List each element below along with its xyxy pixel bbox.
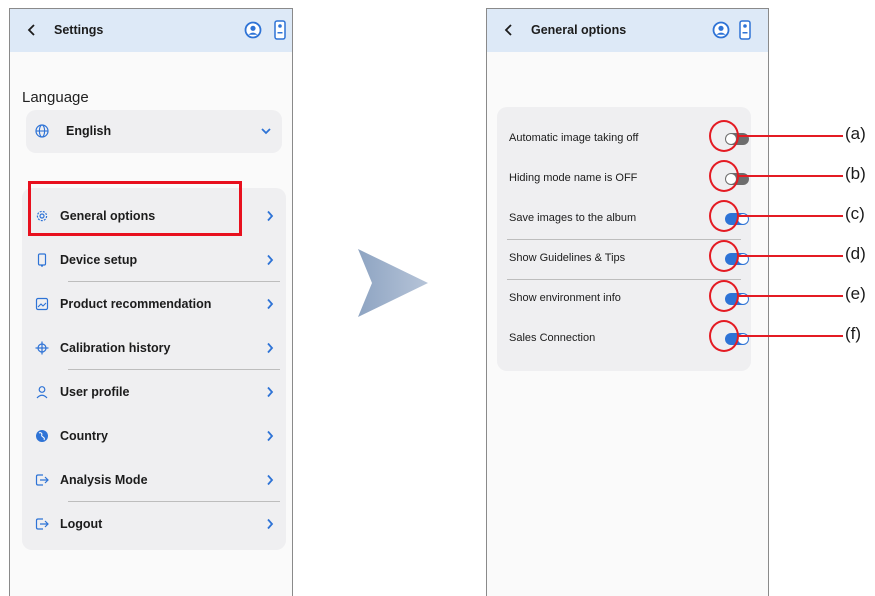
options-card: Automatic image taking off Hiding mode n… bbox=[497, 107, 751, 371]
option-label: Save images to the album bbox=[509, 212, 637, 224]
toggle-knob bbox=[738, 254, 748, 264]
language-heading: Language bbox=[22, 89, 89, 106]
option-row-automatic-image: Automatic image taking off bbox=[497, 119, 751, 159]
toggle-switch[interactable] bbox=[725, 213, 749, 225]
menu-item-product-recommendation[interactable]: Product recommendation bbox=[22, 282, 286, 326]
chevron-right-icon bbox=[267, 210, 274, 222]
chevron-down-icon bbox=[261, 128, 271, 135]
option-label: Sales Connection bbox=[509, 332, 596, 344]
gear-icon bbox=[36, 210, 48, 222]
chevron-right-icon bbox=[267, 342, 274, 354]
globe-filled-icon bbox=[36, 430, 48, 442]
menu-item-calibration-history[interactable]: Calibration history bbox=[22, 326, 286, 370]
menu-item-general-options[interactable]: General options bbox=[22, 194, 286, 238]
callout-label: (d) bbox=[845, 244, 866, 263]
user-circle-icon[interactable] bbox=[244, 21, 262, 39]
toggle-knob bbox=[726, 174, 736, 184]
chevron-left-icon[interactable] bbox=[24, 22, 40, 38]
menu-item-label: Analysis Mode bbox=[60, 473, 148, 487]
option-label: Hiding mode name is OFF bbox=[509, 172, 638, 184]
option-label: Show environment info bbox=[509, 292, 621, 304]
menu-item-logout[interactable]: Logout bbox=[22, 502, 286, 546]
general-options-screen: General options Automatic image taking o… bbox=[486, 8, 769, 596]
menu-item-device-setup[interactable]: Device setup bbox=[22, 238, 286, 282]
user-circle-icon[interactable] bbox=[712, 21, 730, 39]
chevron-right-icon bbox=[267, 430, 274, 442]
logout-arrow-icon bbox=[35, 474, 49, 486]
menu-item-label: Logout bbox=[60, 517, 103, 531]
general-options-app-bar: General options bbox=[487, 9, 768, 52]
phone-device-icon[interactable] bbox=[274, 20, 286, 40]
language-select[interactable]: English bbox=[26, 110, 282, 153]
option-label: Show Guidelines & Tips bbox=[509, 252, 626, 264]
menu-item-label: Calibration history bbox=[60, 341, 171, 355]
menu-item-label: Product recommendation bbox=[60, 297, 212, 311]
option-row-environment-info: Show environment info bbox=[497, 279, 751, 319]
callout-label: (a) bbox=[845, 124, 866, 143]
crosshair-icon bbox=[35, 341, 49, 355]
chevron-right-icon bbox=[267, 474, 274, 486]
menu-item-country[interactable]: Country bbox=[22, 414, 286, 458]
toggle-switch[interactable] bbox=[725, 293, 749, 305]
toggle-knob bbox=[738, 214, 748, 224]
option-row-sales-connection: Sales Connection bbox=[497, 319, 751, 359]
chevron-right-icon bbox=[267, 254, 274, 266]
option-label: Automatic image taking off bbox=[509, 132, 639, 144]
image-icon bbox=[35, 297, 49, 311]
option-row-hiding-mode: Hiding mode name is OFF bbox=[497, 159, 751, 199]
callout-label: (e) bbox=[845, 284, 866, 303]
callout-label: (f) bbox=[845, 324, 862, 343]
toggle-switch[interactable] bbox=[725, 133, 749, 145]
phone-device-icon[interactable] bbox=[739, 20, 751, 40]
page-title: General options bbox=[531, 23, 627, 37]
transition-arrow-icon bbox=[358, 249, 428, 317]
language-value: English bbox=[66, 124, 112, 138]
logout-arrow-icon bbox=[35, 518, 49, 530]
menu-item-label: User profile bbox=[60, 385, 130, 399]
menu-item-label: Country bbox=[60, 429, 108, 443]
toggle-knob bbox=[738, 334, 748, 344]
person-icon bbox=[36, 386, 48, 399]
menu-item-analysis-mode[interactable]: Analysis Mode bbox=[22, 458, 286, 502]
callout-label: (c) bbox=[845, 204, 865, 223]
menu-item-user-profile[interactable]: User profile bbox=[22, 370, 286, 414]
globe-icon bbox=[35, 124, 49, 138]
callout-label: (b) bbox=[845, 164, 866, 183]
chevron-right-icon bbox=[267, 518, 274, 530]
toggle-switch[interactable] bbox=[725, 253, 749, 265]
chevron-right-icon bbox=[267, 386, 274, 398]
settings-app-bar: Settings bbox=[10, 9, 292, 52]
option-row-save-images: Save images to the album bbox=[497, 199, 751, 239]
settings-menu: General options Device setup Product rec… bbox=[22, 188, 286, 550]
menu-item-label: Device setup bbox=[60, 253, 138, 267]
toggle-knob bbox=[738, 294, 748, 304]
device-icon bbox=[37, 253, 47, 267]
page-title: Settings bbox=[54, 23, 104, 37]
chevron-left-icon[interactable] bbox=[501, 22, 517, 38]
toggle-switch[interactable] bbox=[725, 173, 749, 185]
toggle-switch[interactable] bbox=[725, 333, 749, 345]
menu-item-label: General options bbox=[60, 209, 156, 223]
toggle-knob bbox=[726, 134, 736, 144]
chevron-right-icon bbox=[267, 298, 274, 310]
option-row-guidelines: Show Guidelines & Tips bbox=[497, 239, 751, 279]
settings-screen: Settings Language English General option… bbox=[9, 8, 293, 596]
